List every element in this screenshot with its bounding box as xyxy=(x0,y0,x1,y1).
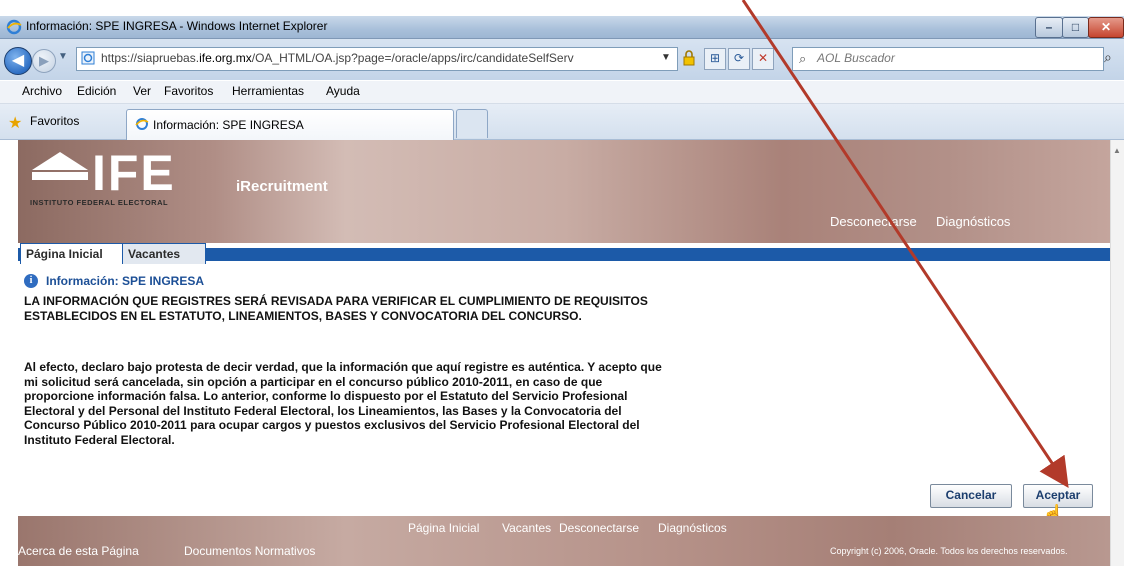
logout-link[interactable]: Desconectarse xyxy=(830,214,917,229)
url-text[interactable]: https://siapruebas.ife.org.mx/OA_HTML/OA… xyxy=(101,51,574,65)
logo-triangle xyxy=(32,152,88,170)
favorites-star-icon[interactable]: ★ xyxy=(8,113,22,133)
info-icon: i xyxy=(24,274,38,288)
requirements-notice: LA INFORMACIÓN QUE REGISTRES SERÁ REVISA… xyxy=(24,294,648,323)
tab-home[interactable]: Página Inicial xyxy=(20,243,128,264)
forward-button[interactable]: ▶ xyxy=(32,49,56,73)
vertical-scrollbar[interactable] xyxy=(1110,140,1124,566)
new-tab-button[interactable] xyxy=(456,109,488,138)
message-title-text: Información: SPE INGRESA xyxy=(46,274,205,288)
footer-link-home[interactable]: Página Inicial xyxy=(408,521,479,535)
search-placeholder: AOL Buscador xyxy=(817,51,895,65)
compatibility-icon[interactable]: ⊞ xyxy=(704,48,726,70)
web-page: IFE INSTITUTO FEDERAL ELECTORAL iRecruit… xyxy=(18,140,1110,566)
address-dropdown-icon[interactable]: ▼ xyxy=(661,52,671,63)
favorites-bar: ★ Favoritos Información: SPE INGRESA xyxy=(0,104,1124,140)
scroll-up-icon[interactable]: ▲ xyxy=(1113,146,1121,155)
history-dropdown-icon[interactable]: ▼ xyxy=(58,51,68,62)
app-footer: Página Inicial Vacantes Desconectarse Di… xyxy=(18,516,1110,566)
footer-link-logout[interactable]: Desconectarse xyxy=(559,521,639,535)
logo-bar xyxy=(32,172,88,180)
main-content: i Información: SPE INGRESA LA INFORMACIÓ… xyxy=(18,264,1110,524)
cancel-button[interactable]: Cancelar xyxy=(930,484,1012,508)
tab-vacancies[interactable]: Vacantes xyxy=(122,243,206,264)
logo-subtitle: INSTITUTO FEDERAL ELECTORAL xyxy=(30,198,169,207)
menu-bar: Archivo Edición Ver Favoritos Herramient… xyxy=(0,81,1124,104)
search-icon: ⌕ xyxy=(799,51,807,66)
diagnostics-link[interactable]: Diagnósticos xyxy=(936,214,1010,229)
menu-herramientas[interactable]: Herramientas xyxy=(232,84,304,98)
footer-link-vacancies[interactable]: Vacantes xyxy=(502,521,551,535)
footer-about-link[interactable]: Acerca de esta Página xyxy=(18,544,139,558)
address-toolbar: ◀ ▶ ▼ https://siapruebas.ife.org.mx/OA_H… xyxy=(0,39,1124,80)
declaration-text: Al efecto, declaro bajo protesta de deci… xyxy=(24,360,662,447)
tab-title: Información: SPE INGRESA xyxy=(153,118,304,132)
ie-icon xyxy=(135,118,149,130)
ie-icon xyxy=(6,19,22,35)
menu-archivo[interactable]: Archivo xyxy=(22,84,62,98)
footer-docs-link[interactable]: Documentos Normativos xyxy=(184,544,315,558)
app-name: iRecruitment xyxy=(236,178,328,195)
stop-icon[interactable]: ✕ xyxy=(752,48,774,70)
favorites-button[interactable]: Favoritos xyxy=(30,114,79,128)
search-input[interactable]: ⌕ AOL Buscador xyxy=(792,47,1104,71)
refresh-icon[interactable]: ⟳ xyxy=(728,48,750,70)
menu-favoritos[interactable]: Favoritos xyxy=(164,84,213,98)
search-button-icon[interactable]: ⌕ xyxy=(1104,49,1112,66)
browser-tab[interactable]: Información: SPE INGRESA xyxy=(126,109,454,140)
logo-text: IFE xyxy=(92,145,176,201)
top-margin xyxy=(0,0,1124,16)
window-title-bar[interactable]: Información: SPE INGRESA - Windows Inter… xyxy=(0,16,1124,39)
menu-edicion[interactable]: Edición xyxy=(77,84,116,98)
footer-link-diagnostics[interactable]: Diagnósticos xyxy=(658,521,727,535)
menu-ver[interactable]: Ver xyxy=(133,84,151,98)
page-icon xyxy=(81,51,95,65)
back-button[interactable]: ◀ xyxy=(4,47,32,75)
footer-copyright: Copyright (c) 2006, Oracle. Todos los de… xyxy=(830,546,1068,556)
address-bar[interactable]: https://siapruebas.ife.org.mx/OA_HTML/OA… xyxy=(76,47,678,71)
window-title: Información: SPE INGRESA - Windows Inter… xyxy=(26,19,328,33)
app-header: IFE INSTITUTO FEDERAL ELECTORAL iRecruit… xyxy=(18,140,1110,243)
lock-icon[interactable] xyxy=(682,50,696,66)
minimize-button[interactable]: – xyxy=(1035,17,1063,38)
maximize-button[interactable]: □ xyxy=(1062,17,1089,38)
menu-ayuda[interactable]: Ayuda xyxy=(326,84,360,98)
close-button[interactable]: ✕ xyxy=(1088,17,1124,38)
